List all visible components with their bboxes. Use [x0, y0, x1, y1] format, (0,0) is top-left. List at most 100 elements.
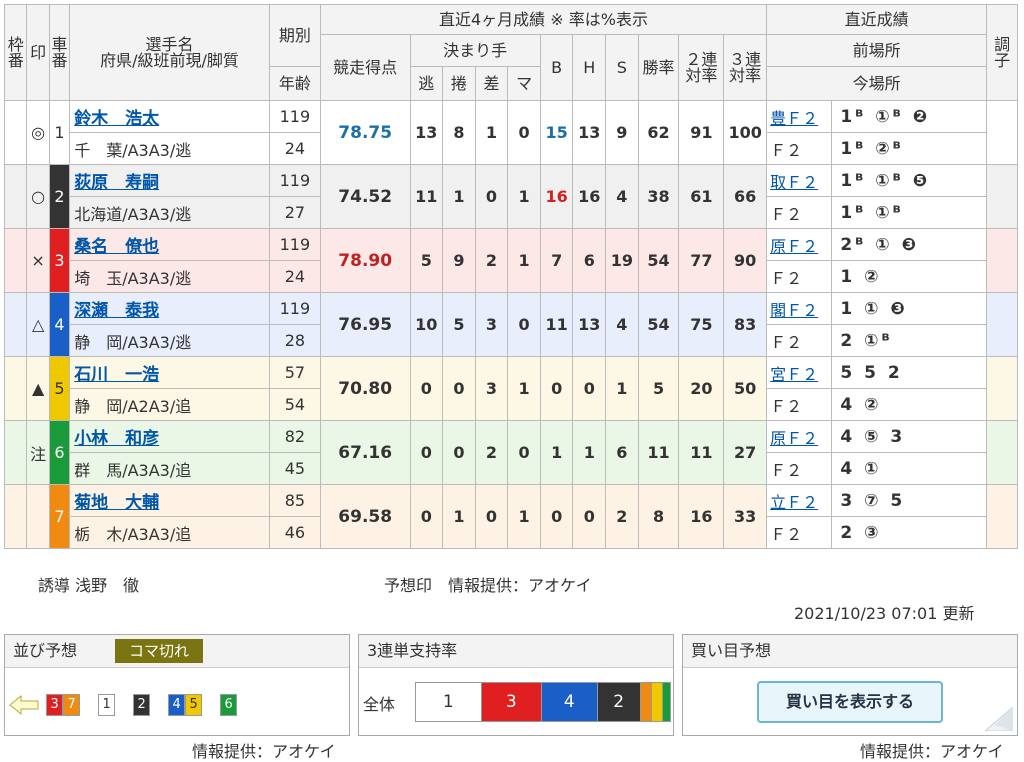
narabi-badge: コマ切れ — [115, 639, 204, 663]
leader-text: 誘導 浅野 徹 — [38, 576, 140, 595]
header-nige: 逃 — [409, 66, 444, 101]
rider-row: × 3 桑名 僚也 119 78.90 5 9 2 1 7 6 19 54 77 90 原Ｆ２ 2ᴮ ① ❸ — [3, 228, 1018, 293]
rate3-cell: 27 — [723, 420, 768, 485]
score-cell: 74.52 — [319, 164, 411, 229]
cur-result: 4 ② — [831, 388, 988, 421]
age-cell: 28 — [268, 324, 321, 357]
score-cell: 69.58 — [319, 484, 411, 549]
rate2-cell: 11 — [678, 420, 725, 485]
term-cell: 85 — [268, 484, 321, 517]
pref-class-cell: 静 岡/A3A3/逃 — [69, 324, 270, 357]
car-number: 7 — [48, 484, 71, 549]
header-recent4: 直近4ヶ月成績 ※ 率は%表示 — [319, 4, 768, 35]
kimarite-nige: 13 — [409, 100, 444, 165]
b-cell: 15 — [539, 100, 574, 165]
cur-result: 2 ①ᴮ — [831, 324, 988, 357]
h-cell: 13 — [572, 292, 607, 357]
player-name-link[interactable]: 鈴木 浩太 — [74, 109, 159, 129]
rate3-cell: 90 — [723, 228, 768, 293]
support-title: 3連単支持率 — [359, 635, 673, 668]
support-bar: 1342 — [415, 682, 672, 722]
cur-result: 4 ① — [831, 452, 988, 485]
show-kaime-button[interactable]: 買い目を表示する — [757, 681, 943, 723]
prev-race-link[interactable]: 宮Ｆ２ — [770, 365, 818, 384]
prev-result: 5 5 2 — [831, 356, 988, 389]
header-term: 期別 — [268, 4, 321, 67]
prev-race-link[interactable]: 取Ｆ２ — [770, 173, 818, 192]
rider-row: △ 4 深瀬 泰我 119 76.95 10 5 3 0 11 13 4 54 75 83 閣Ｆ２ 1 ① ❸ — [3, 292, 1018, 357]
mark-cell: × — [26, 228, 50, 293]
player-name-cell: 石川 一浩 — [69, 356, 270, 389]
win-rate-cell: 11 — [637, 420, 680, 485]
header-sashi: 差 — [474, 66, 509, 101]
pref-class-cell: 千 葉/A3A3/逃 — [69, 132, 270, 165]
arrow-left-icon — [9, 694, 39, 715]
pref-class-cell: 静 岡/A2A3/追 — [69, 388, 270, 421]
kimarite-makuri: 1 — [442, 484, 476, 549]
cur-result: 1ᴮ ②ᴮ — [831, 132, 988, 165]
prev-race-link[interactable]: 原Ｆ２ — [770, 237, 818, 256]
prev-race-link[interactable]: 閣Ｆ２ — [770, 301, 818, 320]
mark-cell: △ — [26, 292, 50, 357]
prev-race-link[interactable]: 原Ｆ２ — [770, 429, 818, 448]
s-cell: 6 — [605, 420, 639, 485]
narabi-car: 6 — [220, 694, 238, 716]
age-cell: 24 — [268, 260, 321, 293]
car-number: 4 — [48, 292, 71, 357]
prev-place-cell: 豊Ｆ２ — [766, 100, 833, 133]
player-name-link[interactable]: 菊地 大輔 — [74, 493, 159, 513]
kimarite-nige: 0 — [409, 420, 444, 485]
rate2-cell: 16 — [678, 484, 725, 549]
condition-cell — [986, 484, 1018, 549]
term-cell: 119 — [268, 164, 321, 197]
header-recent: 直近成績 — [766, 4, 988, 35]
b-cell: 16 — [539, 164, 574, 229]
rate3-cell: 33 — [723, 484, 768, 549]
age-cell: 45 — [268, 452, 321, 485]
condition-cell — [986, 356, 1018, 421]
rate3-cell: 66 — [723, 164, 768, 229]
prev-race-link[interactable]: 豊Ｆ２ — [770, 109, 818, 128]
kimarite-sashi: 1 — [474, 100, 509, 165]
rider-row: ○ 2 荻原 寿嗣 119 74.52 11 1 0 1 16 16 4 38 61 66 取Ｆ２ 1ᴮ ①ᴮ … — [3, 164, 1018, 229]
prev-race-link[interactable]: 立Ｆ２ — [770, 493, 818, 512]
h-cell: 16 — [572, 164, 607, 229]
win-rate-cell: 62 — [637, 100, 680, 165]
prev-result: 1ᴮ ①ᴮ ❷ — [831, 100, 988, 133]
cur-result: 1ᴮ ①ᴮ — [831, 196, 988, 229]
frame-cell — [3, 100, 28, 165]
kimarite-makuri: 1 — [442, 164, 476, 229]
kimarite-nige: 0 — [409, 484, 444, 549]
rate2-cell: 61 — [678, 164, 725, 229]
cur-place-cell: Ｆ２ — [766, 260, 833, 293]
score-cell: 78.75 — [319, 100, 411, 165]
h-cell: 1 — [572, 420, 607, 485]
narabi-credit: 情報提供：アオケイ — [192, 742, 336, 761]
kimarite-makuri: 5 — [442, 292, 476, 357]
header-age: 年齢 — [268, 66, 321, 101]
term-cell: 82 — [268, 420, 321, 453]
cur-place-cell: Ｆ２ — [766, 388, 833, 421]
prev-place-cell: 原Ｆ２ — [766, 228, 833, 261]
cur-place-cell: Ｆ２ — [766, 132, 833, 165]
rider-row: 注 6 小林 和彦 82 67.16 0 0 2 0 1 1 6 11 11 27 原Ｆ２ 4 ⑤ 3 — [3, 420, 1018, 485]
pref-class-cell: 北海道/A3A3/逃 — [69, 196, 270, 229]
support-segment: 2 — [596, 682, 641, 722]
narabi-car: 3 — [46, 694, 64, 716]
narabi-car: 2 — [133, 694, 151, 716]
player-name-link[interactable]: 石川 一浩 — [74, 365, 159, 385]
header-cond: 調子 — [986, 4, 1018, 101]
win-rate-cell: 8 — [637, 484, 680, 549]
car-number: 3 — [48, 228, 71, 293]
score-cell: 70.80 — [319, 356, 411, 421]
score-cell: 67.16 — [319, 420, 411, 485]
updated-time: 2021/10/23 07:01 更新 — [794, 604, 975, 623]
player-name-link[interactable]: 桑名 僚也 — [74, 237, 159, 257]
player-name-cell: 荻原 寿嗣 — [69, 164, 270, 197]
player-name-link[interactable]: 荻原 寿嗣 — [74, 173, 159, 193]
kaime-title: 買い目予想 — [683, 635, 1017, 668]
kimarite-sashi: 3 — [474, 356, 509, 421]
kimarite-mk: 0 — [507, 420, 541, 485]
player-name-link[interactable]: 深瀬 泰我 — [74, 301, 159, 321]
player-name-link[interactable]: 小林 和彦 — [74, 429, 159, 449]
